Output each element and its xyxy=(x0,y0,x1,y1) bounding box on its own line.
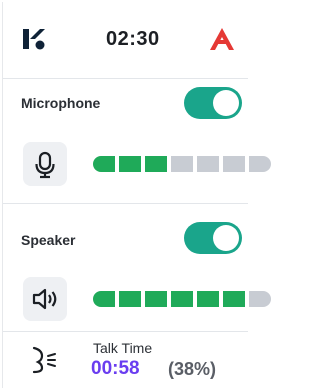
speaker-toggle[interactable] xyxy=(184,222,242,254)
speaker-level-meter xyxy=(93,291,271,307)
level-segment xyxy=(93,156,115,172)
level-segment xyxy=(119,291,141,307)
a-logo-icon xyxy=(210,28,234,50)
divider xyxy=(3,331,248,332)
speaker-button[interactable] xyxy=(23,277,67,321)
divider xyxy=(3,203,248,204)
level-segment xyxy=(249,156,271,172)
level-segment xyxy=(171,291,193,307)
microphone-toggle[interactable] xyxy=(184,87,242,119)
level-segment xyxy=(119,156,141,172)
toggle-knob xyxy=(213,225,239,251)
toggle-knob xyxy=(213,90,239,116)
level-segment xyxy=(171,156,193,172)
microphone-icon xyxy=(35,151,55,179)
microphone-level-meter xyxy=(93,156,271,172)
clock: 02:30 xyxy=(106,28,160,50)
talk-time-value: 00:58 xyxy=(91,358,140,379)
level-segment xyxy=(249,291,271,307)
microphone-button[interactable] xyxy=(23,142,67,186)
microphone-label: Microphone xyxy=(21,95,101,111)
level-segment xyxy=(93,291,115,307)
level-segment xyxy=(145,156,167,172)
divider xyxy=(3,78,248,79)
level-segment xyxy=(197,156,219,172)
audio-panel: 02:30 Microphone Speaker Talk Time 00:58… xyxy=(2,2,271,388)
talk-time-percent: (38%) xyxy=(168,359,217,379)
talk-icon xyxy=(32,346,56,374)
speaker-label: Speaker xyxy=(21,232,76,248)
level-segment xyxy=(145,291,167,307)
level-segment xyxy=(223,291,245,307)
speaker-icon xyxy=(32,288,57,310)
header: 02:30 xyxy=(3,2,248,78)
level-segment xyxy=(223,156,245,172)
k-logo-icon xyxy=(23,29,45,50)
talk-time-label: Talk Time xyxy=(93,340,153,356)
level-segment xyxy=(197,291,219,307)
